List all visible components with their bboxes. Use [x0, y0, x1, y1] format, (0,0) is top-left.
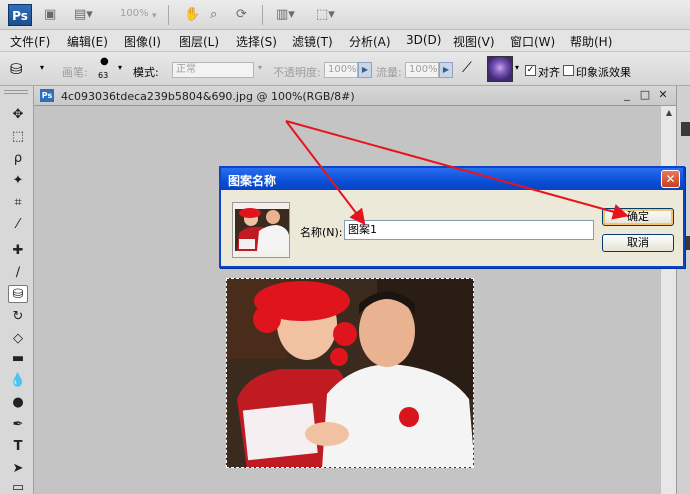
canvas-photo	[226, 278, 474, 468]
menu-window[interactable]: 窗口(W)	[510, 33, 555, 50]
brush-tool-icon[interactable]: ∕	[8, 264, 28, 282]
maximize-icon[interactable]: □	[638, 88, 652, 102]
photoshop-logo: Ps	[8, 4, 32, 26]
right-panel-dock	[676, 86, 690, 494]
menu-layer[interactable]: 图层(L)	[179, 33, 219, 50]
pen-tool-icon[interactable]: ✒	[8, 416, 28, 434]
document-title: 4c093036tdeca239b5804&690.jpg @ 100%(RGB…	[61, 90, 355, 103]
close-document-icon[interactable]: ✕	[656, 88, 670, 102]
flow-slider-arrow-icon[interactable]: ▶	[439, 62, 453, 78]
marquee-tool-icon[interactable]: ⬚	[8, 128, 28, 146]
scroll-up-icon[interactable]: ▲	[662, 106, 676, 120]
eraser-tool-icon[interactable]: ◇	[8, 330, 28, 348]
divider	[168, 5, 169, 25]
hand-tool-icon[interactable]: ✋	[184, 6, 200, 24]
bridge-icon[interactable]: ▣	[44, 6, 56, 24]
view-extras-icon[interactable]: ▤▾	[74, 6, 93, 24]
screen-mode-icon[interactable]: ⬚▾	[316, 6, 335, 24]
impressionist-checkbox[interactable]	[563, 65, 574, 76]
tool-preset-icon[interactable]: ⛁	[10, 60, 23, 78]
menu-file[interactable]: 文件(F)	[10, 33, 50, 50]
pattern-thumbnail-image	[235, 208, 289, 251]
brush-tip-icon[interactable]: ●	[100, 56, 109, 67]
document-ps-icon: Ps	[40, 89, 54, 102]
opacity-label: 不透明度:	[273, 66, 321, 79]
flow-label: 流量:	[376, 66, 402, 79]
shape-tool-icon[interactable]: ▭	[8, 479, 28, 494]
toolbox-grip[interactable]	[4, 90, 28, 94]
cancel-button[interactable]: 取消	[602, 234, 674, 252]
document-title-bar[interactable]: Ps 4c093036tdeca239b5804&690.jpg @ 100%(…	[34, 86, 676, 106]
pattern-name-dialog: 图案名称 ✕ 名称(N): 图案1 确定 取消	[219, 166, 685, 268]
opacity-slider-arrow-icon[interactable]: ▶	[358, 62, 372, 78]
menu-image[interactable]: 图像(I)	[124, 33, 161, 50]
dialog-title-bar[interactable]: 图案名称 ✕	[221, 168, 683, 190]
aligned-checkbox[interactable]: ✓	[525, 65, 536, 76]
gradient-tool-icon[interactable]: ▬	[8, 350, 28, 368]
menu-analysis[interactable]: 分析(A)	[349, 33, 391, 50]
crop-tool-icon[interactable]: ⌗	[8, 194, 28, 212]
panel-icon[interactable]	[681, 122, 690, 136]
menu-filter[interactable]: 滤镜(T)	[292, 33, 333, 50]
mode-label: 模式:	[133, 66, 159, 79]
brush-size: 63	[98, 71, 109, 80]
type-tool-icon[interactable]: T	[8, 438, 28, 456]
dialog-title: 图案名称	[228, 174, 277, 188]
minimize-icon[interactable]: _	[620, 88, 634, 102]
healing-brush-icon[interactable]: ✚	[8, 242, 28, 260]
zoom-tool-icon[interactable]: ⌕	[210, 6, 217, 24]
menu-select[interactable]: 选择(S)	[236, 33, 277, 50]
menu-3d[interactable]: 3D(D)	[406, 33, 441, 47]
divider	[262, 5, 263, 25]
arrange-documents-icon[interactable]: ▥▾	[276, 6, 295, 24]
blur-tool-icon[interactable]: 💧	[8, 372, 28, 390]
menu-bar: 文件(F) 编辑(E) 图像(I) 图层(L) 选择(S) 滤镜(T) 分析(A…	[0, 30, 690, 52]
brush-dropdown-icon[interactable]: ▾	[118, 63, 122, 72]
lasso-tool-icon[interactable]: ρ	[8, 150, 28, 168]
application-bar: Ps ▣ ▤▾ 100% ▾ ✋ ⌕ ⟳ ▥▾ ⬚▾	[0, 0, 690, 30]
opacity-field[interactable]: 100%	[324, 62, 358, 78]
zoom-dropdown-icon[interactable]: ▾	[152, 7, 157, 25]
zoom-level[interactable]: 100%	[120, 8, 149, 19]
tool-preset-dropdown-icon[interactable]: ▾	[40, 63, 44, 72]
flow-field[interactable]: 100%	[405, 62, 439, 78]
path-selection-icon[interactable]: ➤	[8, 460, 28, 478]
impressionist-label: 印象派效果	[576, 66, 631, 79]
menu-help[interactable]: 帮助(H)	[570, 33, 612, 50]
options-bar: ⛁ ▾ 画笔: ● 63 ▾ 模式: 正常 ▾ 不透明度: 100% ▶ 流量:…	[0, 52, 690, 86]
pattern-name-input[interactable]: 图案1	[344, 220, 594, 240]
photo-image	[227, 279, 473, 467]
brush-label: 画笔:	[62, 66, 88, 79]
move-tool-icon[interactable]: ✥	[8, 106, 28, 124]
ok-button[interactable]: 确定	[602, 208, 674, 226]
airbrush-icon[interactable]: ⟋	[462, 60, 472, 76]
pattern-swatch[interactable]	[487, 56, 513, 82]
rotate-view-icon[interactable]: ⟳	[236, 6, 247, 24]
dodge-tool-icon[interactable]: ●	[8, 394, 28, 412]
menu-edit[interactable]: 编辑(E)	[67, 33, 108, 50]
magic-wand-icon[interactable]: ✦	[8, 172, 28, 190]
history-brush-icon[interactable]: ↻	[8, 308, 28, 326]
pattern-dropdown-icon[interactable]: ▾	[515, 63, 519, 72]
mode-dropdown-icon[interactable]: ▾	[258, 63, 262, 72]
menu-view[interactable]: 视图(V)	[453, 33, 495, 50]
pattern-stamp-tool-icon[interactable]: ⛁	[8, 285, 28, 303]
pattern-preview-thumbnail	[232, 202, 290, 258]
name-label: 名称(N):	[300, 226, 343, 239]
aligned-label: 对齐	[538, 66, 560, 79]
mode-select[interactable]: 正常	[172, 62, 254, 78]
vertical-scrollbar[interactable]: ▲	[660, 106, 676, 494]
close-icon[interactable]: ✕	[661, 170, 680, 188]
eyedropper-icon[interactable]: ⁄	[8, 216, 28, 234]
toolbox: ✥ ⬚ ρ ✦ ⌗ ⁄ ✚ ∕ ⛁ ↻ ◇ ▬ 💧 ● ✒ T ➤ ▭	[0, 86, 34, 494]
